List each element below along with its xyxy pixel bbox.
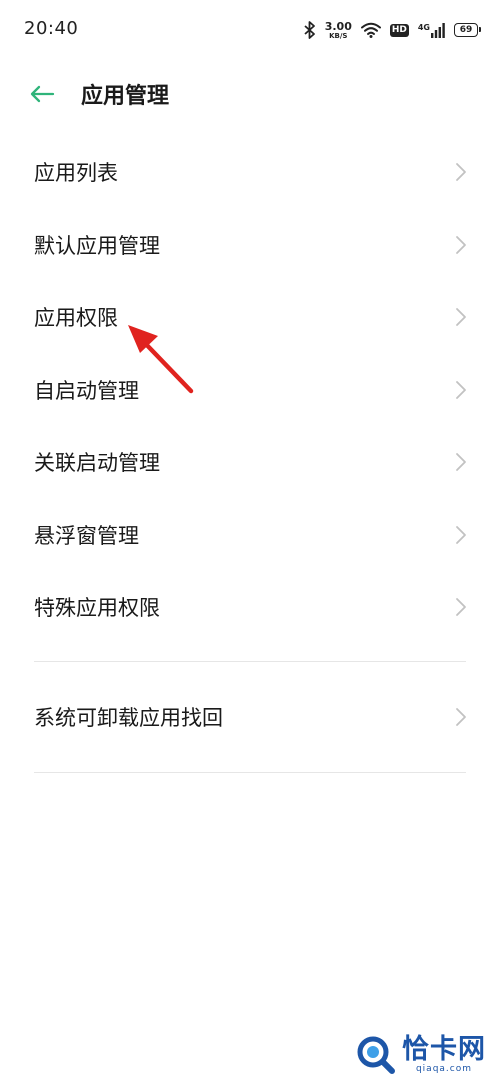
network-speed-value: 3.00 <box>324 19 352 33</box>
status-icons: 3.00 KB/S HD 4G 69 <box>304 18 481 42</box>
menu-item-app-list[interactable]: 应用列表 <box>0 136 500 209</box>
menu-item-default-apps[interactable]: 默认应用管理 <box>0 209 500 282</box>
page-title: 应用管理 <box>81 84 170 109</box>
watermark-brand: 恰卡网 <box>402 1034 486 1065</box>
wifi-icon <box>360 22 381 38</box>
cellular-signal: 4G <box>417 22 445 38</box>
hd-badge: HD <box>389 23 409 37</box>
watermark-text: 恰卡网 qiaqa.com <box>402 1036 486 1074</box>
chevron-right-icon <box>456 235 466 254</box>
chevron-right-icon <box>456 308 466 327</box>
menu-item-label: 悬浮窗管理 <box>34 523 139 548</box>
chevron-right-icon <box>456 598 466 617</box>
network-speed: 3.00 KB/S <box>325 21 352 40</box>
chevron-right-icon <box>456 708 466 727</box>
battery-icon: 69 <box>454 23 481 37</box>
chevron-right-icon <box>456 163 466 182</box>
magnifier-logo-icon <box>357 1036 395 1074</box>
menu-item-floating-window[interactable]: 悬浮窗管理 <box>0 499 500 572</box>
watermark: 恰卡网 qiaqa.com <box>356 1032 486 1078</box>
annotation-arrow-icon <box>128 325 194 394</box>
menu-item-restore-system-apps[interactable]: 系统可卸载应用找回 <box>0 681 500 754</box>
battery-level: 69 <box>459 24 473 35</box>
status-time: 20:40 <box>24 18 79 39</box>
watermark-domain: qiaqa.com <box>415 1064 473 1074</box>
network-type: 4G <box>417 22 430 32</box>
menu-item-auto-start[interactable]: 自启动管理 <box>0 354 500 427</box>
status-bar: 20:40 3.00 KB/S HD 4G 69 <box>0 0 500 60</box>
chevron-right-icon <box>456 453 466 472</box>
app-management-screen: 20:40 3.00 KB/S HD 4G 69 应用管理 应用列表 默认应用管… <box>0 0 500 1084</box>
chevron-right-icon <box>456 525 466 544</box>
section-divider <box>34 772 466 773</box>
menu-item-label: 应用权限 <box>34 306 118 331</box>
signal-bars-icon <box>431 22 445 38</box>
title-bar: 应用管理 <box>0 66 500 122</box>
menu-item-label: 应用列表 <box>34 161 118 186</box>
chevron-right-icon <box>456 380 466 399</box>
menu-item-label: 特殊应用权限 <box>34 596 160 621</box>
menu-item-associated-start[interactable]: 关联启动管理 <box>0 426 500 499</box>
menu-item-label: 关联启动管理 <box>34 451 160 476</box>
menu-item-special-permissions[interactable]: 特殊应用权限 <box>0 571 500 644</box>
network-speed-unit: KB/S <box>329 31 348 40</box>
menu-item-label: 默认应用管理 <box>34 233 160 258</box>
menu-item-app-permissions[interactable]: 应用权限 <box>0 281 500 354</box>
menu-list-secondary: 系统可卸载应用找回 <box>0 681 500 754</box>
menu-item-label: 系统可卸载应用找回 <box>34 706 223 731</box>
back-arrow-icon[interactable] <box>28 80 56 108</box>
bluetooth-icon <box>304 21 316 39</box>
menu-list: 应用列表 默认应用管理 应用权限 自启动管理 关联启动管理 悬浮窗管理 特殊应用… <box>0 136 500 644</box>
section-divider <box>34 661 466 662</box>
